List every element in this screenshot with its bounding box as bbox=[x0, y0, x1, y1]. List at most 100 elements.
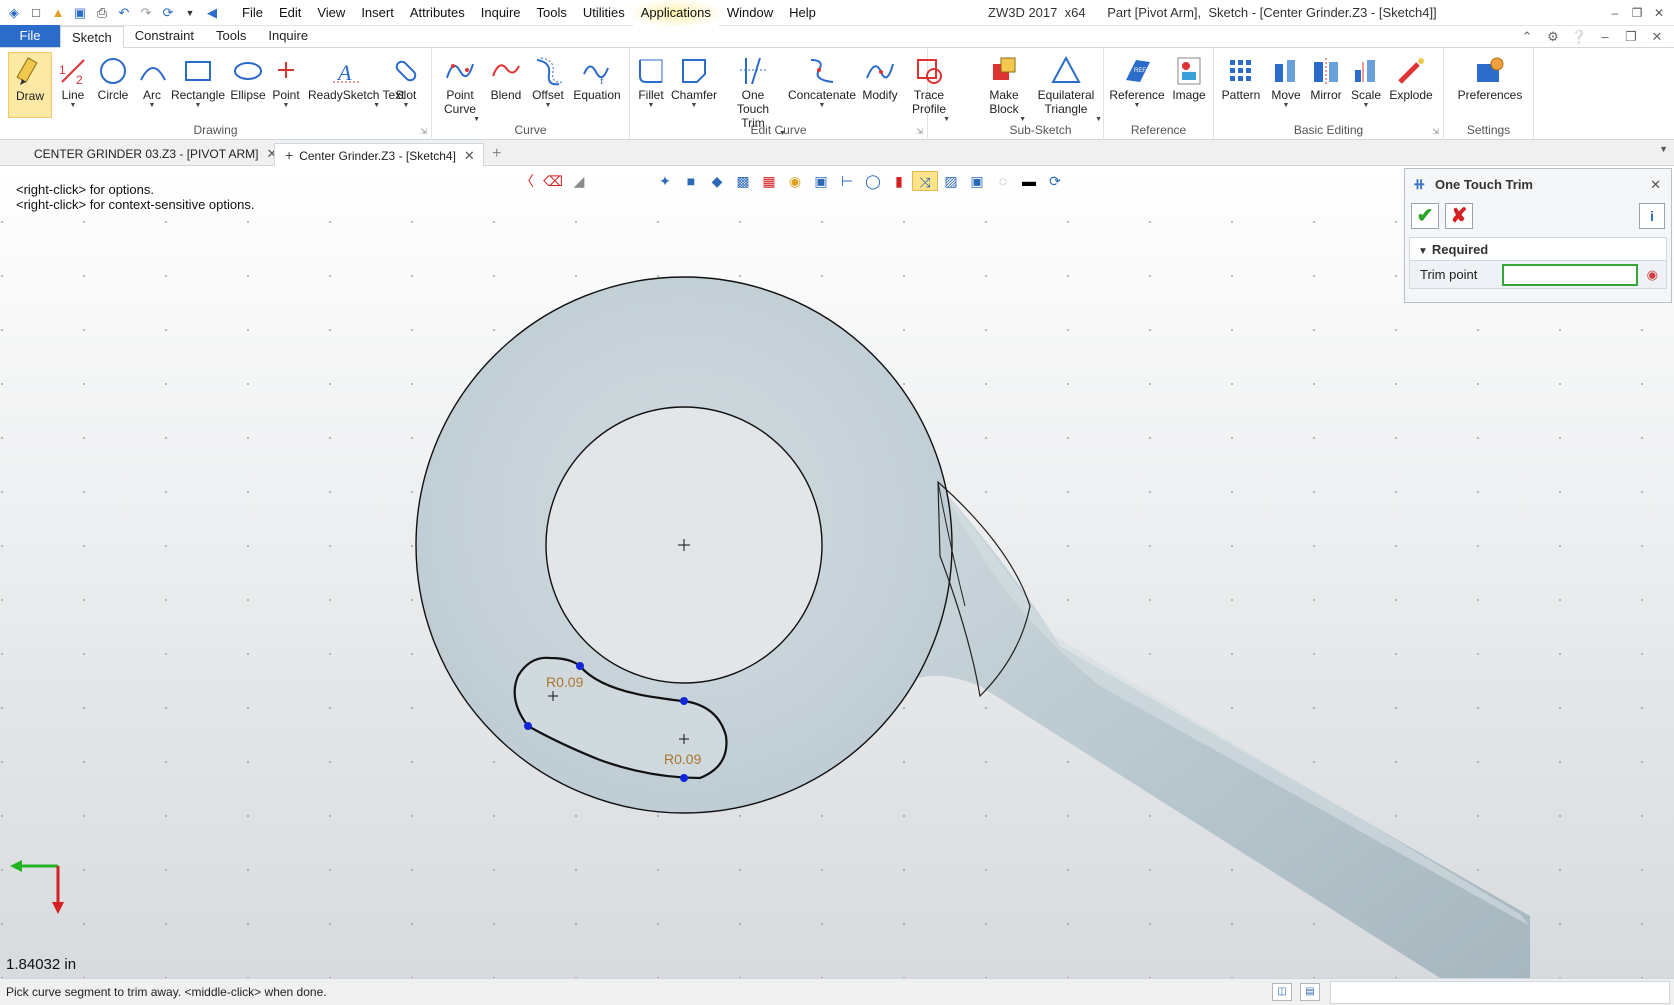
menu-window[interactable]: Window bbox=[719, 0, 781, 26]
cancel-button[interactable]: ✘ bbox=[1445, 203, 1473, 229]
slot-button[interactable]: Slot ▼ bbox=[388, 52, 424, 110]
print-icon[interactable]: ⎙ bbox=[92, 4, 112, 22]
chevron-down-icon[interactable]: ▼ bbox=[308, 102, 384, 110]
chevron-down-icon[interactable]: ▼ bbox=[670, 102, 718, 110]
doc-tab-center-grinder-sketch4[interactable]: + Center Grinder.Z3 - [Sketch4] ✕ bbox=[274, 143, 484, 166]
dimension-icon[interactable]: ⊢ bbox=[834, 171, 860, 191]
filter-icon[interactable]: ◢ bbox=[566, 171, 592, 191]
chevron-down-icon[interactable]: ▼ bbox=[1348, 102, 1384, 110]
fillet-button[interactable]: Fillet ▼ bbox=[634, 52, 668, 110]
display-icon[interactable]: ▩ bbox=[730, 171, 756, 191]
app-logo-icon[interactable]: ◈ bbox=[4, 4, 24, 22]
chamfer-button[interactable]: Chamfer ▼ bbox=[670, 52, 718, 110]
chevron-down-icon[interactable]: ▼ bbox=[136, 102, 168, 110]
menu-edit[interactable]: Edit bbox=[271, 0, 309, 26]
menu-view[interactable]: View bbox=[309, 0, 353, 26]
layer-icon[interactable]: ▨ bbox=[938, 171, 964, 191]
doc-minimize-icon[interactable]: – bbox=[1592, 26, 1618, 48]
offset-button[interactable]: Offset ▼ bbox=[528, 52, 568, 110]
arc-button[interactable]: Arc ▼ bbox=[136, 52, 168, 110]
grid-toggle-icon[interactable]: ▦ bbox=[756, 171, 782, 191]
dialog-launcher-icon[interactable]: ⇲ bbox=[1432, 127, 1439, 136]
eraser-icon[interactable]: ⌫ bbox=[540, 171, 566, 191]
mirror-button[interactable]: Mirror bbox=[1306, 52, 1346, 102]
collapse-ribbon-icon[interactable]: ⌃ bbox=[1514, 26, 1540, 48]
ok-button[interactable]: ✔ bbox=[1411, 203, 1439, 229]
tab-sketch[interactable]: Sketch bbox=[60, 26, 124, 48]
view-cube-icon[interactable]: ■ bbox=[678, 171, 704, 191]
new-tab-icon[interactable]: + bbox=[492, 143, 501, 165]
zoom-fit-icon[interactable]: ▣ bbox=[808, 171, 834, 191]
menu-insert[interactable]: Insert bbox=[353, 0, 402, 26]
doc-tab-center-grinder-03[interactable]: CENTER GRINDER 03.Z3 - [PIVOT ARM] ✕ bbox=[24, 143, 285, 166]
chevron-down-icon[interactable]: ▼ bbox=[528, 102, 568, 110]
close-icon[interactable]: ✕ bbox=[1650, 169, 1661, 201]
dialog-launcher-icon[interactable]: ⇲ bbox=[916, 127, 923, 136]
close-icon[interactable]: ✕ bbox=[1648, 0, 1670, 26]
undo-icon[interactable]: ↶ bbox=[114, 4, 134, 22]
chevron-down-icon[interactable]: ▼ bbox=[170, 102, 226, 110]
point-button[interactable]: Point ▼ bbox=[268, 52, 304, 110]
dialog-launcher-icon[interactable]: ⇲ bbox=[420, 127, 427, 136]
help-icon[interactable]: ❔ bbox=[1566, 26, 1592, 48]
regen-icon[interactable]: ⟳ bbox=[158, 4, 178, 22]
chevron-down-icon[interactable]: ▼ bbox=[634, 102, 668, 110]
chevron-down-icon[interactable]: ▼ bbox=[54, 102, 92, 110]
explode-button[interactable]: Explode bbox=[1386, 52, 1436, 102]
settings-gear-icon[interactable]: ⚙ bbox=[1540, 26, 1566, 48]
menu-help[interactable]: Help bbox=[781, 0, 824, 26]
dimension-radius-1[interactable]: R0.09 bbox=[546, 674, 583, 690]
menu-attributes[interactable]: Attributes bbox=[402, 0, 473, 26]
reference-button[interactable]: REF Reference ▼ bbox=[1108, 52, 1166, 110]
chevron-down-icon[interactable]: ▼ bbox=[388, 102, 424, 110]
save-icon[interactable]: ▣ bbox=[70, 4, 90, 22]
doc-close-icon[interactable]: ✕ bbox=[1644, 26, 1670, 48]
tab-list-dropdown-icon[interactable]: ▼ bbox=[1659, 144, 1668, 154]
open-folder-icon[interactable]: ▲ bbox=[48, 4, 68, 22]
constraint-icon[interactable]: ◯ bbox=[860, 171, 886, 191]
preferences-button[interactable]: Preferences bbox=[1454, 52, 1526, 102]
trace-profile-button[interactable]: Trace Profile ▼ bbox=[900, 52, 958, 124]
dimension-radius-2[interactable]: R0.09 bbox=[664, 751, 701, 767]
doc-restore-icon[interactable]: ❐ bbox=[1618, 26, 1644, 48]
image-button[interactable]: Image bbox=[1168, 52, 1210, 102]
layout-icon[interactable]: ◫ bbox=[1272, 983, 1292, 1001]
command-field[interactable] bbox=[1330, 981, 1670, 1004]
rectangle-button[interactable]: Rectangle ▼ bbox=[170, 52, 226, 110]
select-icon[interactable]: ◌ bbox=[990, 171, 1016, 191]
pattern-button[interactable]: Pattern bbox=[1218, 52, 1264, 102]
pick-point-icon[interactable]: ◉ bbox=[1647, 261, 1658, 289]
view-tool-icon[interactable]: ✦ bbox=[652, 171, 678, 191]
color-icon[interactable]: ▮ bbox=[886, 171, 912, 191]
modify-button[interactable]: Modify bbox=[858, 52, 902, 102]
concatenate-button[interactable]: Concatenate ▼ bbox=[788, 52, 856, 110]
render-mode-icon[interactable]: ◆ bbox=[704, 171, 730, 191]
blend-button[interactable]: Blend bbox=[486, 52, 526, 102]
scale-button[interactable]: Scale ▼ bbox=[1348, 52, 1384, 110]
point-curve-button[interactable]: Point Curve ▼ bbox=[440, 52, 480, 124]
menu-tools[interactable]: Tools bbox=[529, 0, 575, 26]
redo-icon[interactable]: ↷ bbox=[136, 4, 156, 22]
menu-inquire[interactable]: Inquire bbox=[473, 0, 529, 26]
equation-button[interactable]: f Equation bbox=[570, 52, 624, 102]
menu-utilities[interactable]: Utilities bbox=[575, 0, 633, 26]
close-icon[interactable]: ✕ bbox=[464, 148, 475, 163]
new-file-icon[interactable]: □ bbox=[26, 4, 46, 22]
tab-inquire[interactable]: Inquire bbox=[257, 25, 319, 47]
chevron-down-icon[interactable]: ▼ bbox=[1266, 102, 1306, 110]
required-section-header[interactable]: ▼ Required bbox=[1409, 237, 1667, 261]
make-block-button[interactable]: Make Block ▼ bbox=[982, 52, 1026, 124]
move-button[interactable]: Move ▼ bbox=[1266, 52, 1306, 110]
circle-button[interactable]: Circle bbox=[92, 52, 134, 102]
refresh-icon[interactable]: ⟳ bbox=[1042, 171, 1068, 191]
menu-file[interactable]: File bbox=[234, 0, 271, 26]
menu-applications[interactable]: Applications bbox=[632, 0, 719, 26]
info-button[interactable]: i bbox=[1639, 203, 1665, 229]
line-style-icon[interactable]: ▬ bbox=[1016, 171, 1042, 191]
equilateral-triangle-button[interactable]: Equilateral Triangle ▼ bbox=[1030, 52, 1102, 124]
minimize-icon[interactable]: – bbox=[1604, 0, 1626, 26]
chevron-down-icon[interactable]: ▼ bbox=[268, 102, 304, 110]
readysketch-text-button[interactable]: A ReadySketch Text ▼ bbox=[308, 52, 405, 110]
trim-point-input[interactable] bbox=[1502, 264, 1638, 286]
chevron-down-icon[interactable]: ▼ bbox=[1108, 102, 1166, 110]
